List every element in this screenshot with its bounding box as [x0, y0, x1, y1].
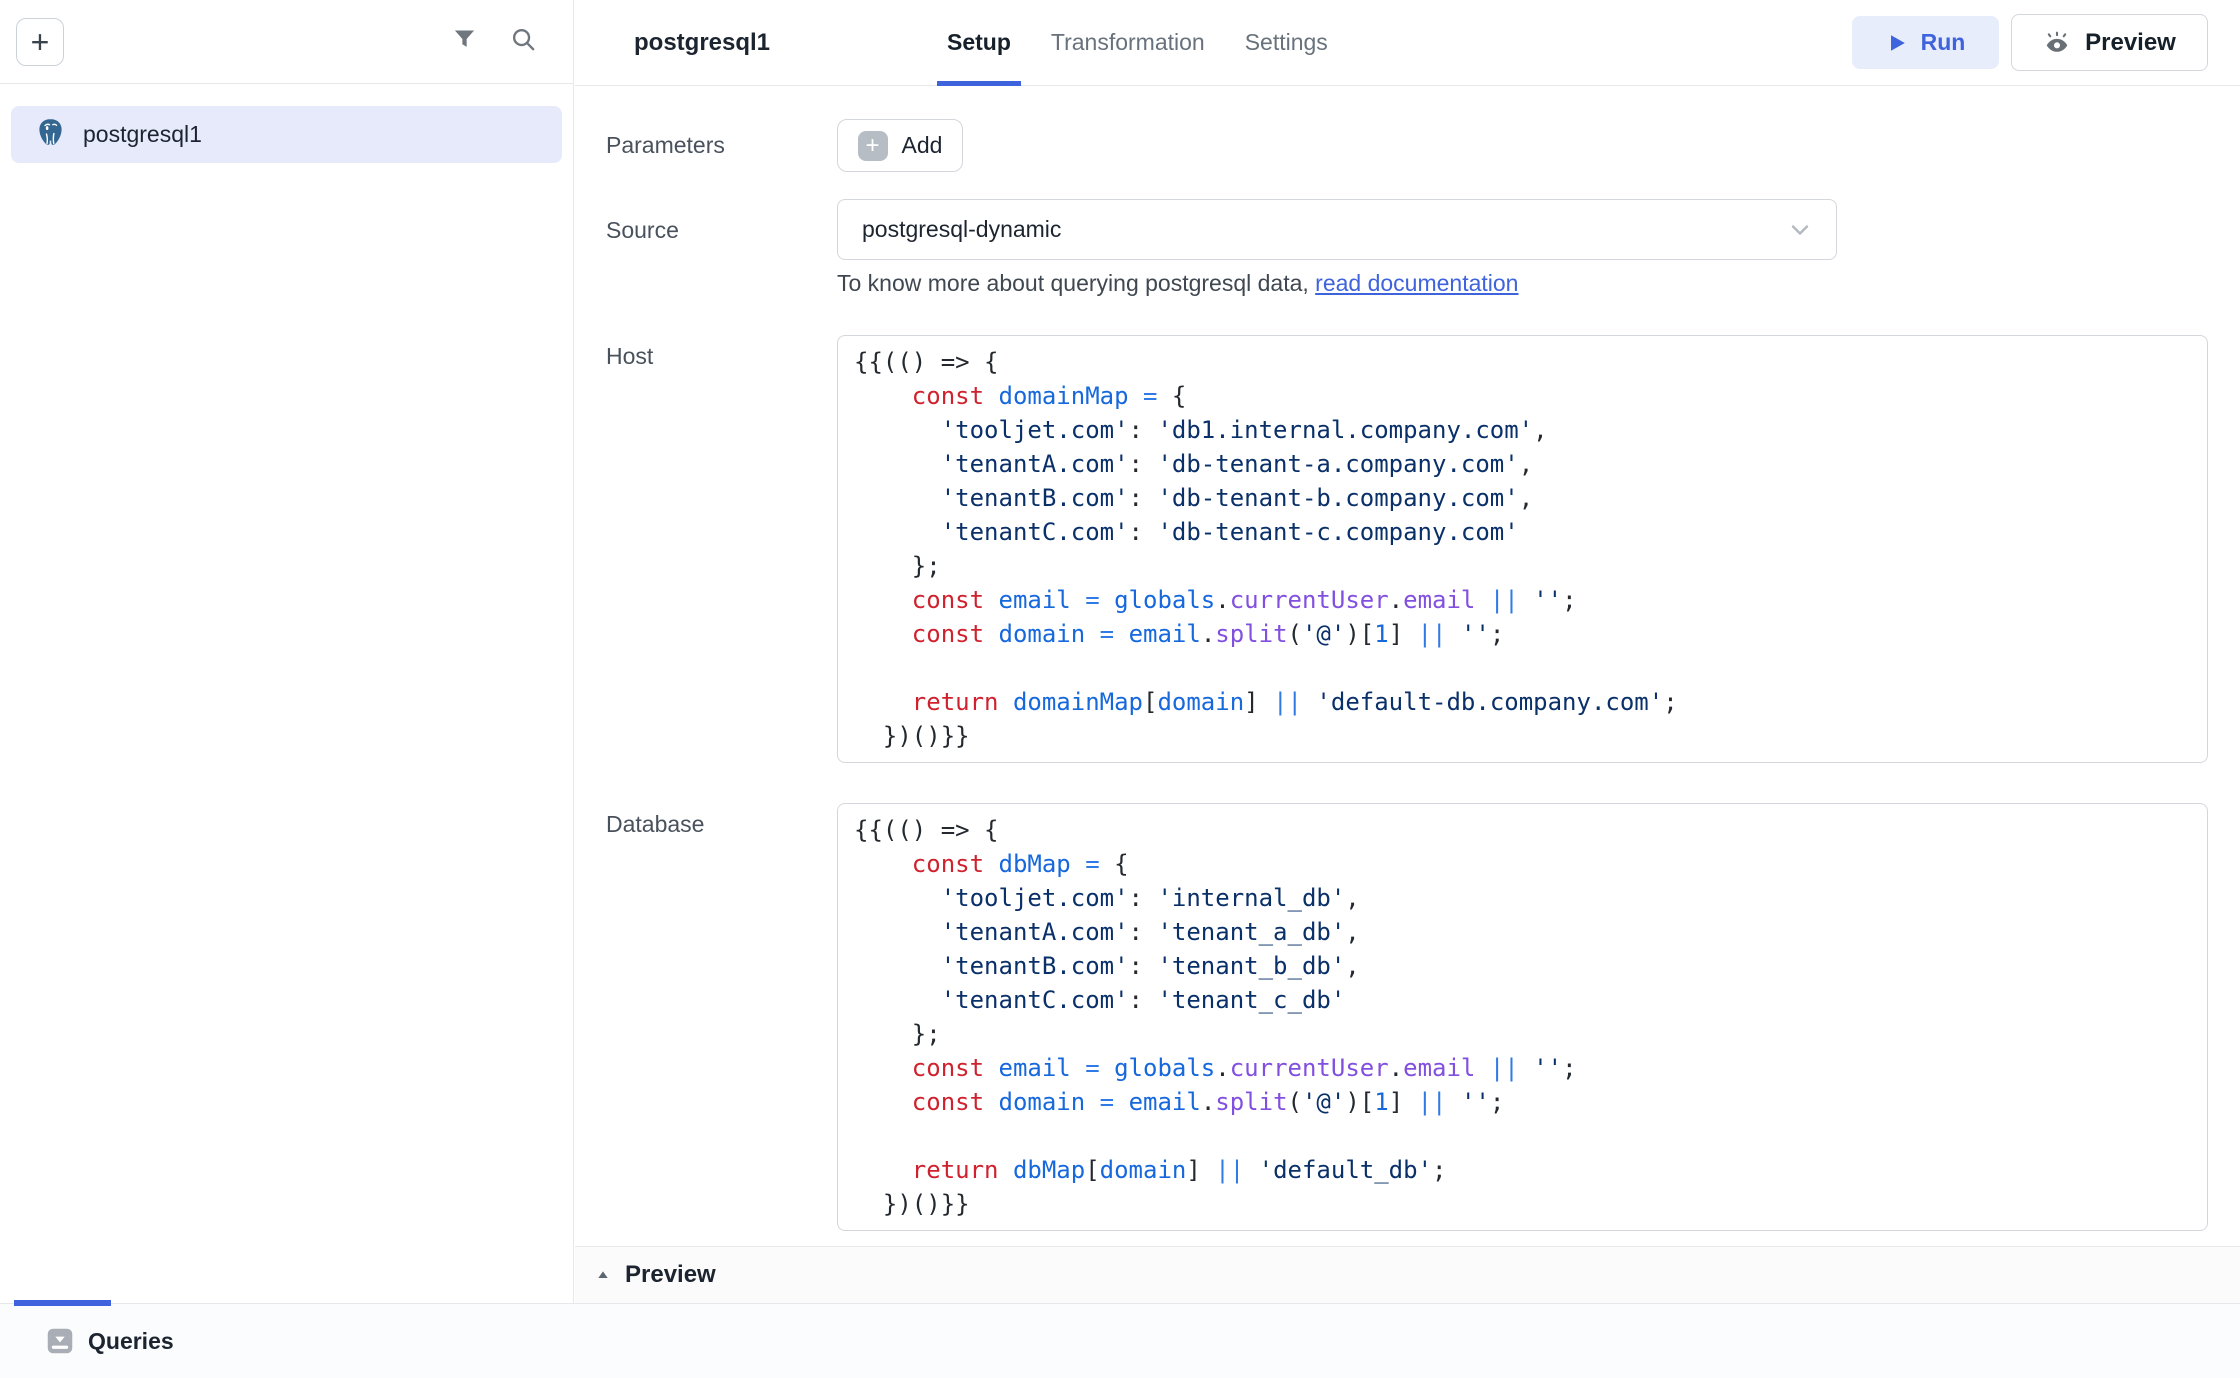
query-title: postgresql1 [634, 29, 770, 57]
run-button[interactable]: Run [1852, 16, 1999, 69]
plus-icon: + [858, 131, 888, 161]
tab-settings[interactable]: Settings [1235, 0, 1338, 85]
preview-button-label: Preview [2085, 29, 2176, 57]
queries-panel-toggle[interactable]: Queries [46, 1327, 174, 1355]
funnel-icon [451, 26, 478, 58]
query-editor-panel: postgresql1 Setup Transformation Setting… [575, 0, 2240, 1246]
search-queries-button[interactable] [510, 26, 537, 58]
query-item-label: postgresql1 [83, 121, 202, 148]
add-query-button[interactable]: + [16, 18, 64, 66]
editor-tabs: Setup Transformation Settings [937, 0, 1338, 85]
chevron-down-icon [1788, 218, 1812, 242]
app-footer: Queries [0, 1303, 2240, 1378]
postgresql-icon [35, 117, 66, 153]
database-row: Database {{(() => { const dbMap = { 'too… [606, 803, 2240, 1231]
parameters-label: Parameters [606, 132, 837, 159]
read-documentation-link[interactable]: read documentation [1315, 270, 1518, 296]
add-parameter-label: Add [902, 132, 943, 159]
tab-setup[interactable]: Setup [937, 0, 1021, 85]
preview-section-toggle[interactable]: Preview [575, 1246, 2240, 1303]
plus-icon: + [31, 26, 50, 58]
source-help-text: To know more about querying postgresql d… [837, 270, 1837, 297]
bottom-panel-icon [46, 1327, 74, 1355]
preview-section-label: Preview [625, 1261, 716, 1289]
add-parameter-button[interactable]: + Add [837, 119, 963, 172]
queries-label: Queries [88, 1328, 174, 1355]
queries-active-indicator [14, 1300, 111, 1306]
source-field: postgresql-dynamic To know more about qu… [837, 199, 1837, 297]
search-icon [510, 26, 537, 58]
parameters-row: Parameters + Add [606, 119, 2240, 172]
source-select-value: postgresql-dynamic [862, 216, 1061, 243]
preview-button[interactable]: Preview [2011, 14, 2208, 71]
host-code-editor[interactable]: {{(() => { const domainMap = { 'tooljet.… [837, 335, 2208, 763]
header-actions: Run Preview [1852, 0, 2208, 85]
host-label: Host [606, 335, 837, 763]
query-editor-header: postgresql1 Setup Transformation Setting… [575, 0, 2240, 86]
database-code-editor[interactable]: {{(() => { const dbMap = { 'tooljet.com'… [837, 803, 2208, 1231]
source-row: Source postgresql-dynamic To know more a… [606, 199, 2240, 297]
tab-transformation[interactable]: Transformation [1041, 0, 1215, 85]
filter-queries-button[interactable] [451, 26, 478, 58]
query-list-item-postgresql1[interactable]: postgresql1 [11, 106, 562, 163]
setup-form: Parameters + Add Source postgresql-dynam… [575, 119, 2240, 1231]
query-list: postgresql1 [0, 84, 573, 185]
sidebar-header: + [0, 0, 573, 84]
triangle-up-icon [595, 1267, 611, 1283]
run-button-label: Run [1921, 29, 1966, 56]
play-icon [1886, 32, 1908, 54]
query-sidebar: + postgresql1 [0, 0, 574, 1303]
eye-icon [2043, 29, 2071, 57]
source-help-prefix: To know more about querying postgresql d… [837, 270, 1315, 296]
source-select[interactable]: postgresql-dynamic [837, 199, 1837, 260]
host-row: Host {{(() => { const domainMap = { 'too… [606, 335, 2240, 763]
database-label: Database [606, 803, 837, 1231]
source-label: Source [606, 199, 837, 244]
